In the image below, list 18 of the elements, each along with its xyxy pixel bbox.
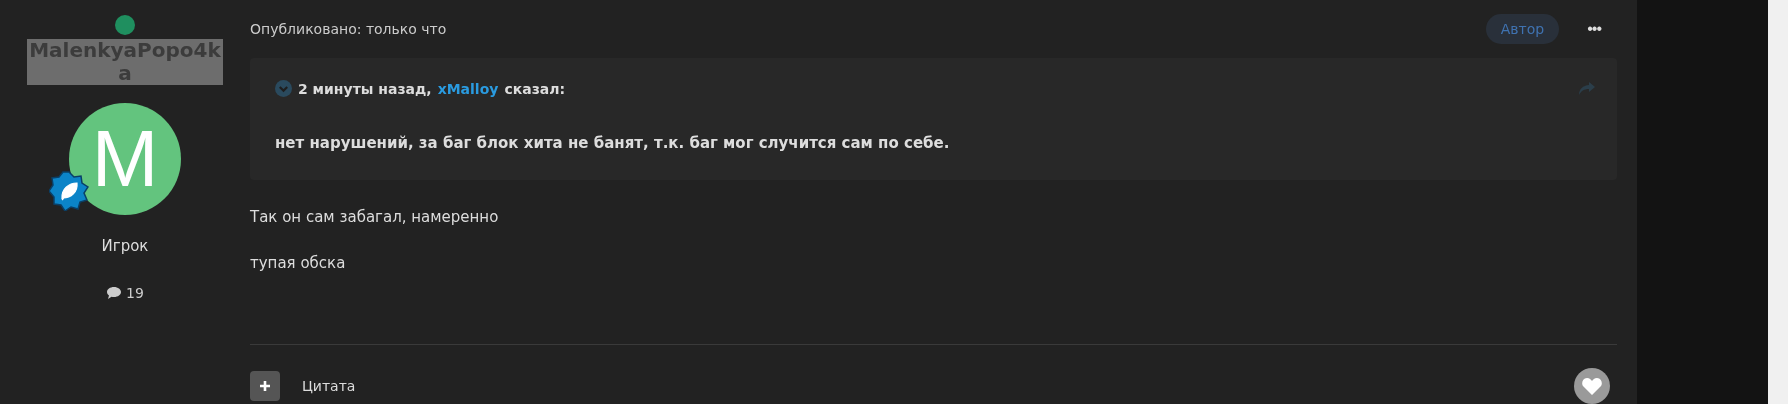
quote-text: нет нарушений, за баг блок хита не банят, т.к. баг мог случится сам по себе.: [275, 134, 951, 152]
post-text: Так он сам забагал, намеренно: [250, 208, 500, 226]
post-count: 19: [126, 285, 144, 301]
heart-icon: [1582, 377, 1602, 395]
like-button[interactable]: [1574, 368, 1610, 404]
plus-icon: [259, 380, 271, 392]
post-text: тупая обска: [250, 254, 347, 272]
add-button[interactable]: [250, 371, 280, 401]
published-time: Опубликовано: только что: [250, 20, 448, 37]
quote-time: 2 минуты назад,: [298, 80, 432, 97]
comment-icon: [106, 286, 123, 300]
user-role: Игрок: [101, 237, 149, 255]
quote-said: сказал:: [504, 80, 566, 97]
more-options-button[interactable]: •••: [1581, 19, 1607, 38]
quoted-user-link[interactable]: xMalloy: [437, 80, 499, 97]
author-badge: Автор: [1485, 13, 1560, 44]
leaf-badge-icon: [49, 171, 89, 211]
quote-action[interactable]: Цитата: [302, 378, 1574, 394]
